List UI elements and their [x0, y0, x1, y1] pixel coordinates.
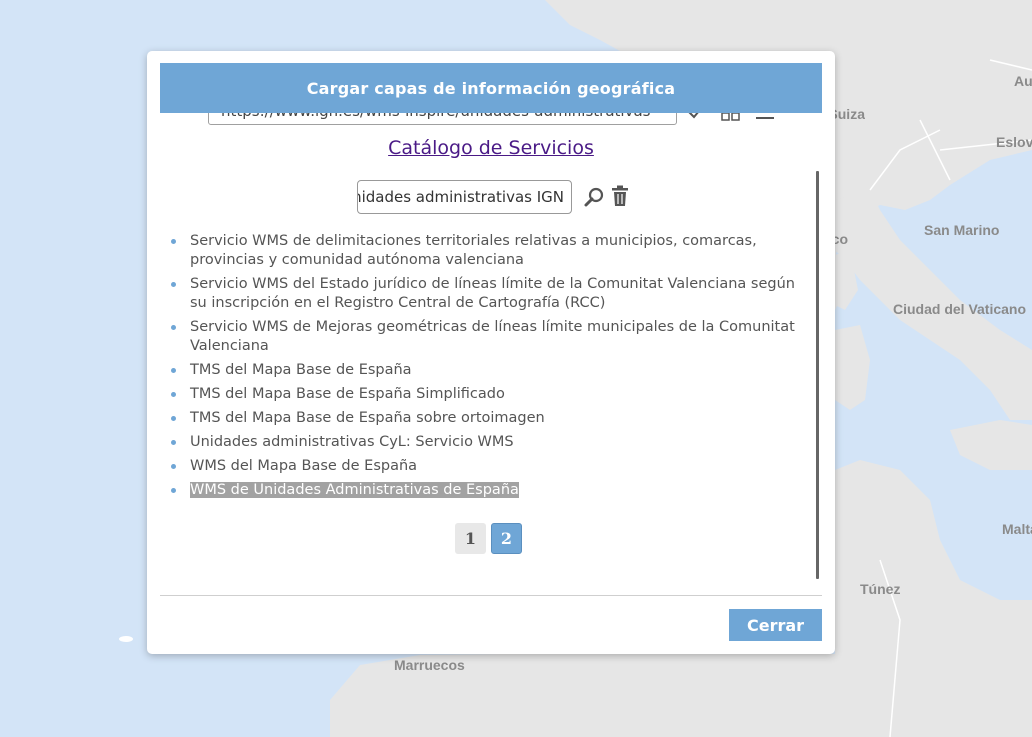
dialog-title: Cargar capas de información geográfica	[160, 63, 822, 113]
list-item[interactable]: TMS del Mapa Base de España	[170, 361, 810, 380]
scrollbar[interactable]	[816, 171, 819, 579]
service-list: Servicio WMS de delimitaciones territori…	[170, 232, 810, 505]
catalog-search-row: Unidades administrativas IGN	[357, 180, 657, 216]
map-label-san-marino: San Marino	[924, 222, 1000, 238]
page-button-2[interactable]: 2	[491, 523, 522, 554]
list-item[interactable]: WMS del Mapa Base de España	[170, 457, 810, 476]
list-item[interactable]: Servicio WMS del Estado jurídico de líne…	[170, 275, 810, 313]
pagination: 1 2	[455, 523, 522, 554]
catalog-title[interactable]: Catálogo de Servicios	[160, 137, 822, 159]
map-label-austria: Austria	[1014, 73, 1032, 89]
map-label-vaticano: Ciudad del Vaticano	[893, 301, 1027, 317]
list-item[interactable]: Unidades administrativas CyL: Servicio W…	[170, 433, 810, 452]
trash-icon[interactable]	[610, 185, 630, 207]
catalog-search-input[interactable]: Unidades administrativas IGN	[357, 180, 572, 214]
load-layers-dialog: Cargar capas de información geográfica C…	[147, 51, 835, 654]
map-label-monaco: Mónaco	[835, 231, 848, 247]
list-item[interactable]: Servicio WMS de delimitaciones territori…	[170, 232, 810, 270]
search-icon[interactable]	[583, 186, 605, 208]
footer-divider	[160, 595, 822, 596]
list-item[interactable]: Servicio WMS de Mejoras geométricas de l…	[170, 318, 810, 356]
map-label-eslovenia: Eslovenia	[996, 134, 1032, 150]
page-button-1[interactable]: 1	[455, 523, 486, 554]
map-label-tunez: Túnez	[860, 581, 901, 597]
map-label-marruecos: Marruecos	[394, 657, 465, 673]
list-item[interactable]: TMS del Mapa Base de España sobre ortoim…	[170, 409, 810, 428]
map-label-malta: Malta	[1002, 521, 1032, 537]
list-item-selected[interactable]: WMS de Unidades Administrativas de Españ…	[170, 481, 810, 500]
list-item[interactable]: TMS del Mapa Base de España Simplificado	[170, 385, 810, 404]
close-button[interactable]: Cerrar	[729, 609, 822, 641]
catalog-scroll-area[interactable]: Catálogo de Servicios Unidades administr…	[160, 113, 822, 583]
map-label-suiza: Suiza	[835, 106, 865, 122]
